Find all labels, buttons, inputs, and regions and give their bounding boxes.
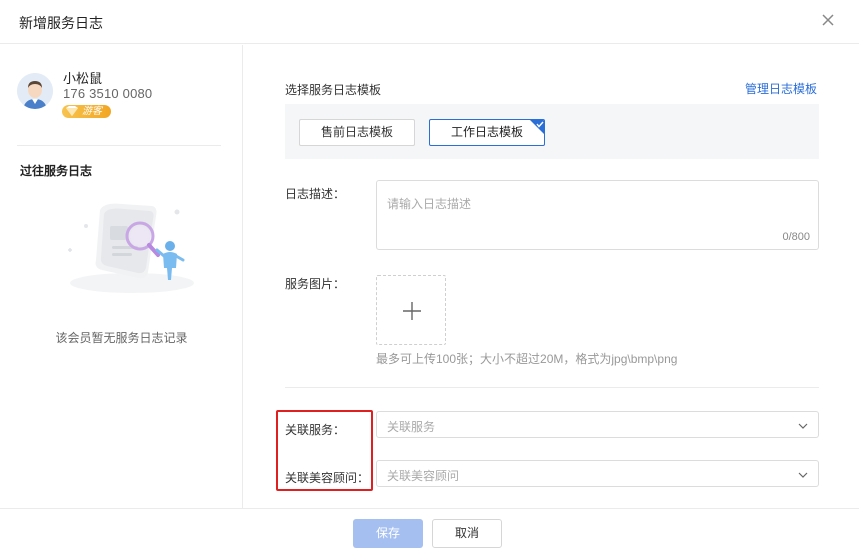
template-option-label: 工作日志模板 <box>450 125 523 139</box>
upload-hint: 最多可上传100张；大小不超过20M，格式为jpg\bmp\png <box>376 352 678 366</box>
dialog-title: 新增服务日志 <box>19 15 103 31</box>
save-button[interactable]: 保存 <box>353 519 423 548</box>
close-icon[interactable] <box>818 10 838 30</box>
description-placeholder: 请输入日志描述 <box>387 197 472 211</box>
form-divider <box>285 387 819 388</box>
template-option-work[interactable]: 工作日志模板 <box>429 119 545 146</box>
description-textarea[interactable]: 请输入日志描述 0/800 <box>376 180 819 250</box>
service-log-dialog: 新增服务日志 小松鼠 176 3510 0080 游客 过往服务日志 该会员暂无… <box>0 0 859 555</box>
sidebar-divider <box>17 145 221 146</box>
images-label: 服务图片： <box>285 277 346 291</box>
template-options-panel: 售前日志模板 工作日志模板 <box>285 104 819 159</box>
template-label: 选择服务日志模板 <box>285 83 382 97</box>
member-sidebar: 小松鼠 176 3510 0080 游客 过往服务日志 该会员暂无服务日志记录 <box>0 45 243 508</box>
annotation-highlight-box <box>276 410 373 491</box>
related-service-placeholder: 关联服务 <box>387 420 436 434</box>
template-option-label: 售前日志模板 <box>320 125 393 139</box>
empty-state-illustration <box>52 188 202 298</box>
related-consultant-placeholder: 关联美容顾问 <box>387 469 460 483</box>
member-level-badge: 游客 <box>62 105 111 118</box>
related-service-select[interactable]: 关联服务 <box>376 411 819 438</box>
description-label: 日志描述： <box>285 187 346 201</box>
empty-state-text: 该会员暂无服务日志记录 <box>55 331 188 345</box>
check-icon <box>529 120 544 135</box>
member-level-text: 游客 <box>82 106 102 117</box>
avatar <box>17 73 53 109</box>
history-title: 过往服务日志 <box>20 164 93 178</box>
diamond-icon <box>63 105 81 121</box>
manage-template-link[interactable]: 管理日志模板 <box>745 80 817 97</box>
template-option-presale[interactable]: 售前日志模板 <box>299 119 415 146</box>
related-consultant-select[interactable]: 关联美容顾问 <box>376 460 819 487</box>
member-name: 小松鼠 <box>63 71 103 86</box>
chevron-down-icon <box>798 420 808 430</box>
plus-icon <box>403 302 421 320</box>
member-phone: 176 3510 0080 <box>63 86 153 101</box>
cancel-button[interactable]: 取消 <box>432 519 502 548</box>
chevron-down-icon <box>798 469 808 479</box>
description-char-count: 0/800 <box>782 231 810 243</box>
image-upload-button[interactable] <box>376 275 446 345</box>
dialog-header: 新增服务日志 <box>0 0 859 44</box>
dialog-footer: 保存 取消 <box>0 508 859 555</box>
